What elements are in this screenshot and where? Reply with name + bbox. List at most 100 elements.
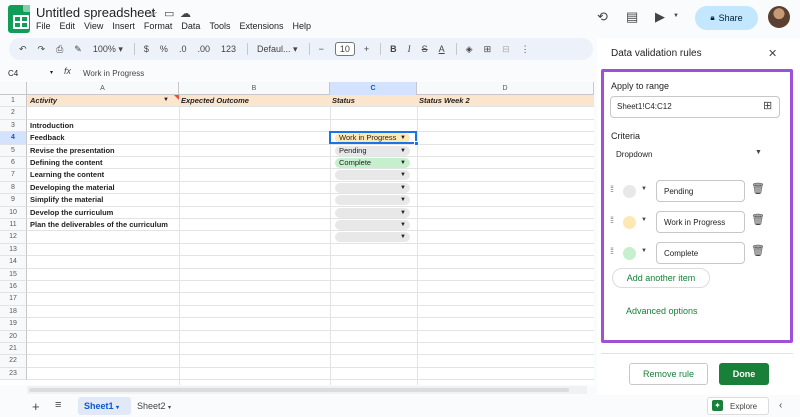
select-range-icon[interactable]: ⊞	[763, 99, 772, 112]
cell-a[interactable]: Revise the presentation	[30, 146, 115, 155]
menu-insert[interactable]: Insert	[112, 21, 135, 31]
row-header[interactable]: 19	[0, 318, 27, 331]
range-input[interactable]: Sheet1!C4:C12	[610, 96, 780, 118]
row-header[interactable]: 9	[0, 194, 27, 207]
text-color-icon[interactable]: A	[439, 44, 445, 54]
number-format-button[interactable]: 123	[221, 44, 236, 54]
status-dropdown-chip[interactable]: ▼	[335, 195, 410, 206]
menu-file[interactable]: File	[36, 21, 51, 31]
chevron-down-icon[interactable]: ▼	[755, 149, 762, 156]
row-header[interactable]: 22	[0, 355, 27, 368]
redo-icon[interactable]: ↷	[38, 44, 46, 55]
add-sheet-icon[interactable]: +	[32, 399, 40, 414]
drag-handle-icon[interactable]: ⁞⁞	[610, 184, 614, 194]
cloud-status-icon[interactable]: ☁	[180, 7, 191, 20]
font-size-decrease-icon[interactable]: −	[319, 44, 324, 54]
column-header-d[interactable]: D	[417, 82, 594, 95]
menu-data[interactable]: Data	[181, 21, 200, 31]
criteria-select[interactable]: Dropdown	[610, 145, 770, 165]
header-cell-a[interactable]: Activity	[30, 96, 57, 105]
status-dropdown-chip[interactable]: ▼	[335, 220, 410, 230]
item-value-input[interactable]: Work in Progress	[656, 211, 745, 233]
font-size-input[interactable]: 10	[334, 42, 355, 56]
row-header[interactable]: 15	[0, 268, 27, 281]
cell-a[interactable]: Learning the content	[30, 170, 104, 179]
cell-a[interactable]: Developing the material	[30, 183, 115, 192]
bold-icon[interactable]: B	[390, 44, 397, 54]
chevron-down-icon[interactable]: ▼	[641, 217, 647, 223]
trash-icon[interactable]: 🗑︎	[751, 213, 765, 226]
status-dropdown-chip[interactable]: ▼	[335, 232, 410, 243]
done-button[interactable]: Done	[719, 363, 769, 385]
italic-icon[interactable]: I	[408, 44, 411, 54]
header-cell-d[interactable]: Status Week 2	[419, 96, 470, 105]
undo-icon[interactable]: ↶	[19, 44, 27, 55]
cell-a[interactable]: Feedback	[30, 133, 65, 142]
collapse-chevron-icon[interactable]: ‹	[779, 400, 782, 411]
meet-chevron-down-icon[interactable]: ▼	[673, 13, 679, 19]
name-box[interactable]: C4 ▾	[0, 66, 60, 82]
menu-help[interactable]: Help	[292, 21, 311, 31]
item-value-input[interactable]: Complete	[656, 242, 745, 264]
percent-button[interactable]: %	[160, 44, 168, 54]
row-header[interactable]: 3	[0, 119, 27, 133]
history-icon[interactable]: ⟲	[597, 9, 608, 25]
menu-view[interactable]: View	[84, 21, 103, 31]
sheet-tab[interactable]: Sheet2 ▾	[137, 401, 171, 411]
row-header[interactable]: 21	[0, 343, 27, 356]
column-header-a[interactable]: A	[27, 82, 179, 95]
color-swatch[interactable]	[623, 247, 636, 260]
paint-format-icon[interactable]: ✎	[74, 44, 82, 55]
menu-tools[interactable]: Tools	[209, 21, 230, 31]
borders-icon[interactable]: ⊞	[484, 44, 492, 55]
meet-icon[interactable]: ▶	[655, 9, 665, 25]
status-dropdown-chip[interactable]: Complete ▼	[335, 158, 410, 168]
color-swatch[interactable]	[623, 185, 636, 198]
filter-chevron-icon[interactable]: ▼	[163, 97, 169, 103]
row-header[interactable]: 13	[0, 243, 27, 257]
menu-edit[interactable]: Edit	[60, 21, 76, 31]
item-value-input[interactable]: Pending	[656, 180, 745, 202]
row-header[interactable]: 1	[0, 95, 27, 108]
cell-a[interactable]: Simplify the material	[30, 195, 103, 204]
print-icon[interactable]: ⎙	[56, 44, 63, 55]
formula-input[interactable]: Work in Progress	[83, 69, 144, 78]
status-dropdown-chip[interactable]: Pending ▼	[335, 145, 410, 156]
all-sheets-icon[interactable]: ≡	[55, 399, 61, 411]
column-header-c[interactable]: C	[330, 82, 417, 95]
row-header[interactable]: 17	[0, 293, 27, 306]
row-header[interactable]: 12	[0, 231, 27, 244]
trash-icon[interactable]: 🗑︎	[751, 244, 765, 257]
row-header[interactable]: 11	[0, 219, 27, 232]
row-header[interactable]: 7	[0, 169, 27, 182]
select-all-corner[interactable]	[0, 82, 27, 95]
row-header[interactable]: 10	[0, 206, 27, 219]
font-select[interactable]: Defaul... ▾	[257, 44, 298, 55]
row-header[interactable]: 16	[0, 281, 27, 294]
status-dropdown-chip[interactable]: ▼	[335, 170, 410, 181]
status-dropdown-chip[interactable]: ▼	[335, 182, 410, 193]
column-header-b[interactable]: B	[179, 82, 330, 95]
more-icon[interactable]: ⋮	[521, 44, 530, 55]
merge-cells-icon[interactable]: ⊟	[502, 44, 510, 55]
star-icon[interactable]: ☆	[148, 7, 158, 20]
chevron-down-icon[interactable]: ▼	[641, 248, 647, 254]
close-icon[interactable]: ✕	[768, 47, 777, 60]
spreadsheet-grid[interactable]: A B C D 1 Activity Expected Outcome Status S…	[0, 82, 594, 385]
status-dropdown-chip[interactable]: ▼	[335, 207, 410, 218]
row-header[interactable]: 14	[0, 256, 27, 269]
drag-handle-icon[interactable]: ⁞⁞	[610, 215, 614, 225]
header-cell-c[interactable]: Status	[332, 96, 355, 105]
zoom-select[interactable]: 100% ▾	[93, 44, 123, 55]
font-size-increase-icon[interactable]: +	[364, 44, 369, 54]
remove-rule-button[interactable]: Remove rule	[629, 363, 708, 385]
advanced-options-link[interactable]: Advanced options	[626, 306, 698, 316]
header-cell-b[interactable]: Expected Outcome	[181, 96, 249, 105]
strikethrough-icon[interactable]: S	[422, 44, 428, 54]
menu-format[interactable]: Format	[144, 21, 173, 31]
sheets-logo[interactable]	[8, 5, 30, 33]
cell-a[interactable]: Plan the deliverables of the curriculum	[30, 220, 168, 229]
cell-a[interactable]: Defining the content	[30, 158, 103, 167]
trash-icon[interactable]: 🗑︎	[751, 182, 765, 195]
move-folder-icon[interactable]: ▭	[164, 7, 174, 20]
